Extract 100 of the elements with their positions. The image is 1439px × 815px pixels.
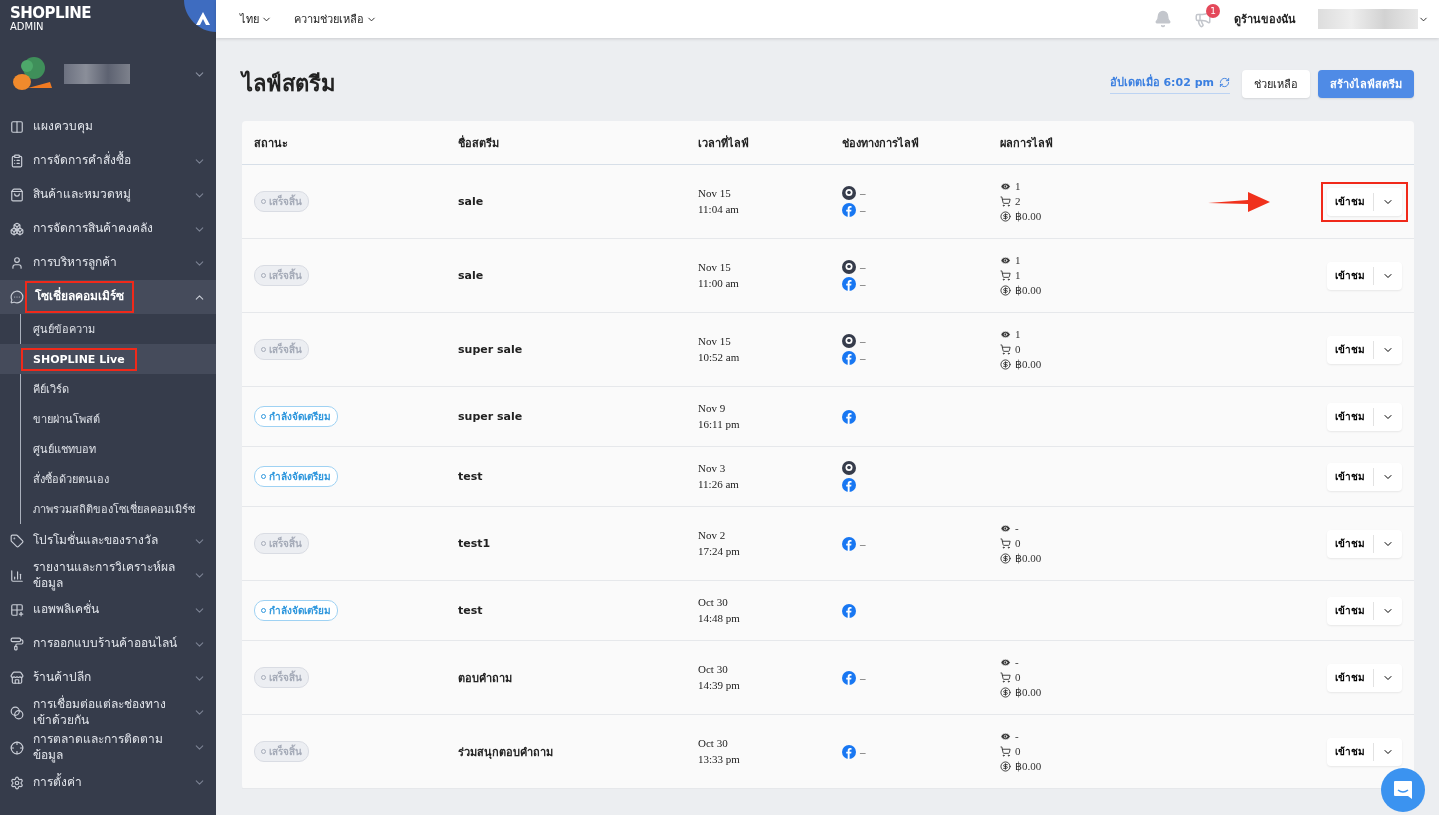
status-badge: กำลังจัดเตรียม [254, 406, 338, 427]
dollar-icon [1000, 553, 1011, 564]
facebook-icon [842, 203, 856, 217]
megaphone-icon[interactable] [1194, 10, 1212, 28]
sidebar-item[interactable]: รายงานและการวิเคราะห์ผลข้อมูล [0, 558, 216, 594]
cart-icon [1000, 343, 1011, 355]
sidebar-item[interactable]: การเชื่อมต่อแต่ละช่องทางเข้าด้วยกัน [0, 695, 216, 731]
sidebar-item[interactable]: โปรโมชั่นและของรางวัล [0, 524, 216, 558]
menu-icon [10, 120, 24, 134]
menu-icon [10, 188, 24, 202]
sales-amount: ฿0.00 [1015, 284, 1042, 297]
submenu-item[interactable]: คีย์เวิร์ด [0, 374, 216, 404]
cart-icon [1000, 671, 1011, 683]
cart-icon [1000, 537, 1011, 549]
stream-name: sale [458, 195, 485, 208]
live-time: 11:04 am [698, 201, 740, 217]
live-time: 17:24 pm [698, 543, 741, 559]
cart-count: 0 [1015, 343, 1021, 355]
sidebar-item[interactable]: การตลาดและการติดตามข้อมูล [0, 730, 216, 766]
column-header: ช่องทางการไลฟ์ [842, 135, 920, 152]
submenu-item[interactable]: ศูนย์ข้อความ [0, 314, 216, 344]
channel-value: – [860, 671, 866, 684]
live-time: 14:39 pm [698, 677, 741, 693]
facebook-icon [842, 603, 856, 618]
chat-button[interactable] [1381, 768, 1425, 812]
stream-name: test [458, 604, 484, 617]
live-time: 11:00 am [698, 275, 740, 291]
status-badge: เสร็จสิ้น [254, 265, 309, 286]
sidebar-item[interactable]: สินค้าและหมวดหมู่ [0, 178, 216, 212]
status-badge: เสร็จสิ้น [254, 533, 309, 554]
shopline-icon [842, 334, 856, 348]
sales-amount: ฿0.00 [1015, 210, 1042, 223]
cart-icon [1000, 195, 1011, 207]
submenu-item[interactable]: สั่งซื้อด้วยตนเอง [0, 464, 216, 494]
view-button[interactable]: เข้าชม [1327, 534, 1374, 553]
live-date: Oct 30 [698, 594, 729, 610]
submenu-item[interactable]: ขายผ่านโพสต์ [0, 404, 216, 434]
view-button[interactable]: เข้าชม [1327, 192, 1374, 211]
view-button[interactable]: เข้าชม [1327, 467, 1374, 486]
facebook-icon [842, 670, 856, 685]
stream-name: super sale [458, 410, 524, 423]
submenu-item[interactable]: ภาพรวมสถิติของโซเชี่ยลคอมเมิร์ซ [0, 494, 216, 524]
views-count: - [1015, 656, 1019, 668]
view-button[interactable]: เข้าชม [1327, 266, 1374, 285]
brand-logo: SHOPLINE [10, 6, 92, 21]
views-count: - [1015, 730, 1019, 742]
sidebar-item[interactable]: การจัดการสินค้าคงคลัง [0, 212, 216, 246]
sidebar-item[interactable]: แอพพลิเคชั่น [0, 593, 216, 628]
help-button[interactable]: ช่วยเหลือ [1242, 69, 1310, 98]
status-badge: เสร็จสิ้น [254, 667, 309, 688]
eye-icon [1000, 180, 1011, 192]
cart-count: 0 [1015, 537, 1021, 549]
view-button[interactable]: เข้าชม [1327, 601, 1374, 620]
menu-icon [10, 568, 24, 583]
top-menu[interactable]: ไทย [240, 10, 272, 28]
sidebar-item[interactable]: แผงควบคุม [0, 110, 216, 144]
chat-icon [1392, 779, 1414, 801]
view-store-link[interactable]: ดูร้านของฉัน [1234, 10, 1296, 28]
live-date: Nov 15 [698, 333, 732, 349]
status-badge: เสร็จสิ้น [254, 191, 309, 212]
cart-count: 0 [1015, 671, 1021, 683]
cart-count: 0 [1015, 745, 1021, 757]
view-button[interactable]: เข้าชม [1327, 742, 1374, 761]
sidebar-item[interactable]: การออกแบบร้านค้าออนไลน์ [0, 627, 216, 662]
sidebar-item[interactable]: ร้านค้าปลีก [0, 661, 216, 696]
sidebar-item[interactable]: โซเชี่ยลคอมเมิร์ซ [0, 280, 216, 314]
facebook-icon [842, 409, 856, 424]
views-count: - [1015, 522, 1019, 534]
eye-icon [1000, 656, 1011, 668]
facebook-icon [842, 478, 856, 492]
submenu-item[interactable]: SHOPLINE Live [0, 344, 216, 374]
stream-name: sale [458, 269, 485, 282]
channel-value: – [860, 204, 866, 216]
stream-name: ร่วมสนุกตอบคำถาม [458, 744, 554, 761]
page-title: ไลฟ์สตรีม [242, 69, 337, 98]
view-button[interactable]: เข้าชม [1327, 407, 1374, 426]
sidebar-item[interactable]: การตั้งค่า [0, 765, 216, 800]
views-count: 1 [1015, 328, 1021, 340]
shopline-icon [842, 260, 856, 274]
eye-icon [1000, 522, 1011, 534]
sidebar-item[interactable]: การจัดการคำสั่งซื้อ [0, 144, 216, 178]
top-menu[interactable]: ความช่วยเหลือ [294, 10, 377, 28]
live-time: 11:26 am [698, 476, 740, 492]
cart-icon [1000, 745, 1011, 757]
dollar-icon [1000, 687, 1011, 698]
stream-name: test1 [458, 537, 492, 550]
menu-icon [10, 740, 24, 755]
live-date: Nov 9 [698, 400, 727, 416]
sales-amount: ฿0.00 [1015, 552, 1042, 565]
admin-logo-icon[interactable] [184, 0, 216, 32]
live-date: Nov 3 [698, 460, 727, 476]
shopline-icon [842, 186, 856, 200]
view-button[interactable]: เข้าชม [1327, 668, 1374, 687]
live-date: Oct 30 [698, 735, 729, 751]
sidebar-item[interactable]: การบริหารลูกค้า [0, 246, 216, 280]
eye-icon [1000, 254, 1011, 266]
brand-subtitle: ADMIN [10, 21, 45, 32]
dollar-icon [1000, 359, 1011, 370]
view-button[interactable]: เข้าชม [1327, 340, 1374, 359]
submenu-item[interactable]: ศูนย์แชทบอท [0, 434, 216, 464]
